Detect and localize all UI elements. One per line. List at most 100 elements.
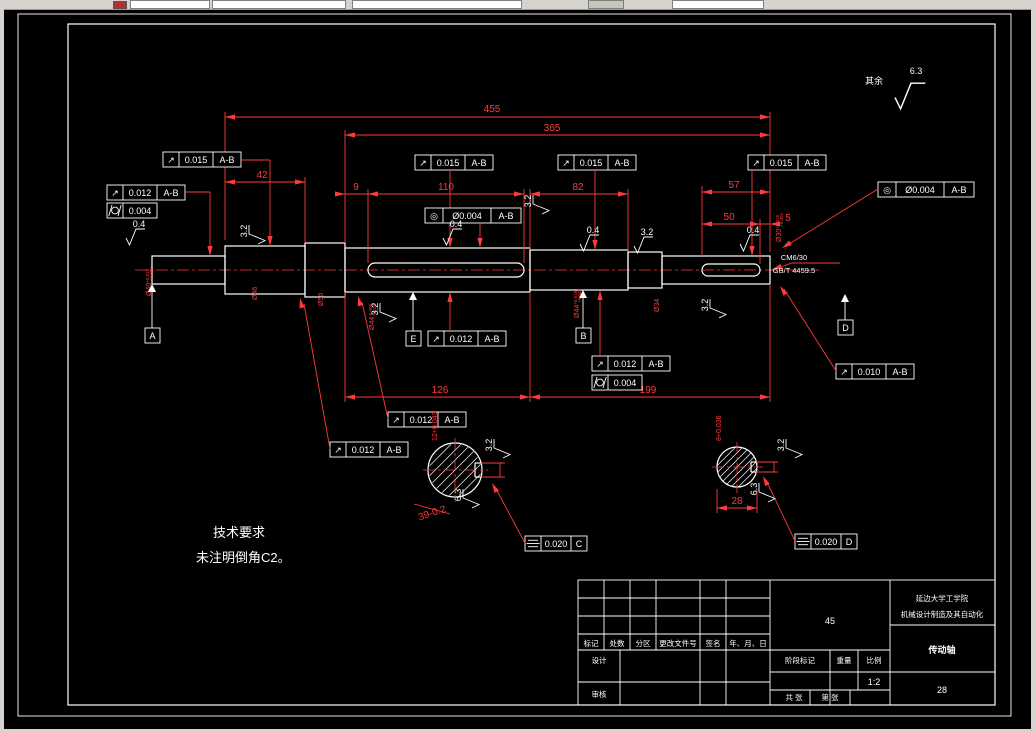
dim-42: 42 [256,170,268,181]
svg-text:签名: 签名 [706,638,721,648]
center-hole-callout: CM6/30 GB/T 4459.5 [771,253,840,275]
svg-text:C: C [576,539,583,549]
svg-text:Ø0.004: Ø0.004 [905,185,935,195]
svg-text:A-B: A-B [386,445,401,455]
svg-text:A-B: A-B [471,158,486,168]
svg-text:0.010: 0.010 [858,367,881,377]
svg-text:分区: 分区 [636,639,651,648]
roughness-icon [379,302,397,323]
row-design: 设计 [592,655,607,665]
roughness-icon [758,482,776,503]
svg-text:A-B: A-B [614,158,629,168]
school-line2: 机械设计制造及其自动化 [901,609,984,619]
fcf-symmetry-d: 0.020 D [760,474,858,550]
title-block: 延边大学工学院 机械设计制造及其自动化 传动轴 28 45 阶段标记 重量 比例… [577,579,996,706]
toolbar-button[interactable] [588,0,624,9]
layer-combo[interactable] [130,0,210,9]
svg-text:3.2: 3.2 [484,439,494,452]
roughness-icon [125,228,146,246]
color-combo[interactable] [212,0,346,9]
svg-text:A-B: A-B [219,155,234,165]
row-check: 审核 [592,689,607,699]
svg-text:0.004: 0.004 [614,378,637,388]
roughness-icon [633,236,654,254]
material: 45 [825,616,835,626]
roughness-icon [248,224,266,245]
svg-text:3.2: 3.2 [370,303,380,316]
svg-text:0.020: 0.020 [815,537,838,547]
dim-sec-left: 39-0.2 [417,504,448,523]
runout-icon: ↗ [167,155,175,165]
svg-text:共 张: 共 张 [785,693,803,702]
svg-text:3.2: 3.2 [523,195,533,208]
roughness-icon [739,234,760,252]
svg-text:0.012: 0.012 [352,445,375,455]
dimension-42: 42 [225,170,306,243]
tech-line: 未注明倒角C2。 [196,550,291,565]
dim-110: 110 [438,182,454,193]
dia-label-2: Ø46 [252,287,259,300]
svg-text:0.004: 0.004 [129,206,152,216]
svg-text:0.012: 0.012 [129,188,152,198]
svg-text:0.020: 0.020 [545,539,568,549]
svg-text:0.4: 0.4 [587,225,600,235]
roughness-icon [493,438,511,459]
svg-text:第 张: 第 张 [821,692,839,702]
svg-text:0.012: 0.012 [614,359,637,369]
svg-text:比例: 比例 [867,655,882,665]
svg-text:A-B: A-B [163,188,178,198]
runout-icon: ↗ [432,334,440,344]
runout-icon: ↗ [392,415,400,425]
svg-text:0.015: 0.015 [437,158,460,168]
section-view-right: 28 8+0.036 [712,415,778,513]
svg-text:E: E [410,334,416,344]
fcf-symmetry-c: 0.020 C [489,481,588,552]
concentricity-icon: ◎ [883,185,891,195]
dim-sec-right: 28 [731,496,743,507]
svg-text:6.3: 6.3 [749,483,759,496]
dimension-199: 199 [530,284,771,402]
roughness-icon [709,298,727,319]
general-roughness-note: 其余 6.3 [865,66,927,110]
svg-text:3.2: 3.2 [700,299,710,312]
color-swatch-button[interactable] [113,1,127,9]
window-border-left [0,0,4,732]
linetype-combo[interactable] [352,0,522,9]
runout-icon: ↗ [334,445,342,455]
dim-82: 82 [572,182,584,193]
svg-text:处数: 处数 [610,638,625,648]
drawing-number: 28 [937,685,947,695]
fcf-runout-2: ↗ 0.015 A-B [414,154,494,248]
svg-text:0.4: 0.4 [747,225,760,235]
fcf-runout-e: ↗ 0.012 A-B [427,292,507,347]
dimension-455: 455 [224,104,771,252]
svg-text:A-B: A-B [498,211,513,221]
svg-text:D: D [842,323,849,333]
svg-text:B: B [580,331,586,341]
roughness-icon [894,82,927,110]
part-name: 传动轴 [927,644,955,655]
svg-text:A-B: A-B [484,334,499,344]
school-line1: 延边大学工学院 [916,593,969,603]
dimension-82: 82 [529,182,629,252]
svg-text:0.015: 0.015 [185,155,208,165]
svg-text:3.2: 3.2 [641,227,654,237]
fcf-runout-low2: ↗ 0.012 A-B [297,297,409,458]
svg-text:更改文件号: 更改文件号 [659,638,697,648]
roughness-icon [785,438,803,459]
dim-9: 9 [353,182,359,193]
cad-window: { "note": {"label": "其余", "value": "6.3"… [0,0,1036,732]
svg-text:A-B: A-B [648,359,663,369]
svg-text:A-B: A-B [444,415,459,425]
lineweight-combo[interactable] [672,0,764,9]
dim-365: 365 [544,123,561,134]
svg-text:年、月、日: 年、月、日 [729,638,767,648]
svg-text:A-B: A-B [951,185,966,195]
svg-text:CM6/30: CM6/30 [781,253,807,262]
dia-label-5: Ø44+0.018+0.002 [573,288,582,318]
fcf-concentricity-right: ◎ Ø0.004 A-B [780,181,975,251]
svg-text:3.2: 3.2 [776,439,786,452]
svg-text:重量: 重量 [837,656,852,665]
dim-126: 126 [432,385,449,396]
svg-text:0.015: 0.015 [770,158,793,168]
